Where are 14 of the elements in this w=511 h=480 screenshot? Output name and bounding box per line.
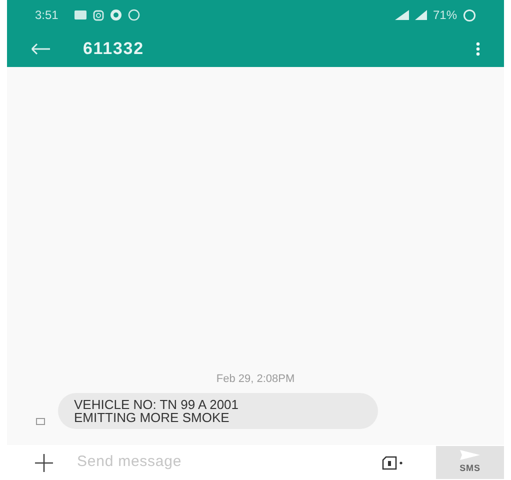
menu-icon[interactable] xyxy=(476,42,480,56)
circle-icon xyxy=(110,9,122,21)
message-bubble: VEHICLE NO: TN 99 A 2001 EMITTING MORE SMOKE xyxy=(58,393,378,429)
message-timestamp: Feb 29, 2:08PM xyxy=(215,372,296,386)
signal-icon xyxy=(414,10,427,20)
status-time: 3:51 xyxy=(35,7,58,24)
add-icon[interactable] xyxy=(35,454,53,472)
send-icon xyxy=(460,450,480,460)
back-arrow-icon[interactable] xyxy=(31,42,51,54)
camera-icon xyxy=(93,10,104,20)
conversation-title: 611332 xyxy=(83,38,144,60)
signal-icon xyxy=(394,10,409,20)
battery-percent: 71% xyxy=(432,7,457,24)
message-field[interactable]: Send message xyxy=(77,451,277,474)
